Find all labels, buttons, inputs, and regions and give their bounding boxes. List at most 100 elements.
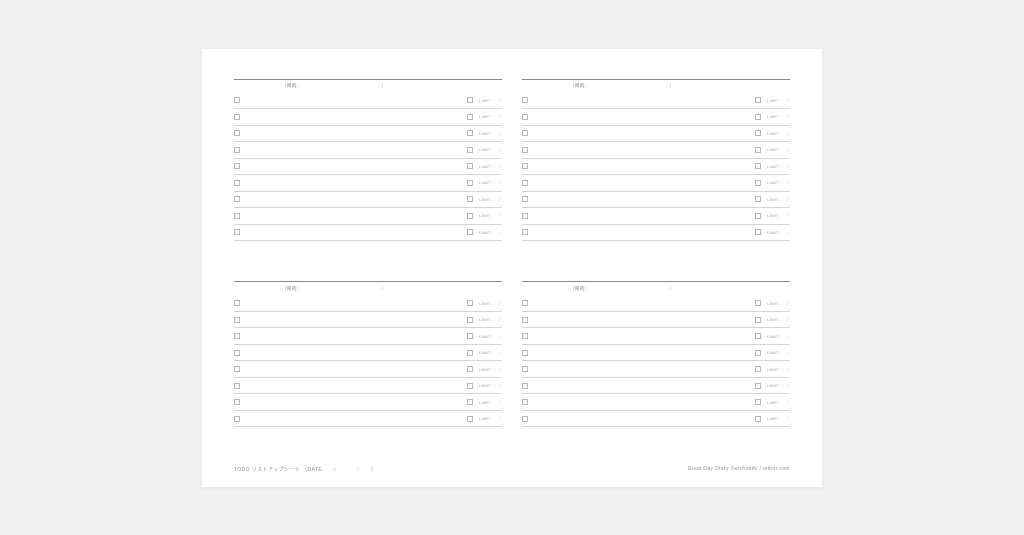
sections-grid: （目的： ） LIMIT/ LIMIT/ LIMIT/ LIMIT/ LIMIT… [234,79,790,458]
checkbox-icon[interactable] [234,114,240,120]
limit-label: LIMIT [479,350,491,355]
limit-checkbox-icon[interactable] [467,416,473,422]
checkbox-icon[interactable] [234,300,240,306]
limit-label: LIMIT [767,213,779,218]
limit-checkbox-icon[interactable] [755,350,761,356]
checkbox-icon[interactable] [234,213,240,219]
checkbox-icon[interactable] [234,130,240,136]
checkbox-icon[interactable] [234,317,240,323]
checkbox-icon[interactable] [234,366,240,372]
todo-row: LIMIT/ [522,295,790,312]
checkbox-icon[interactable] [234,399,240,405]
section-purpose-close: ） [670,83,675,89]
limit-sep: / [787,400,788,405]
limit-checkbox-icon[interactable] [755,300,761,306]
limit-checkbox-icon[interactable] [467,97,473,103]
limit-sep: / [787,230,788,235]
limit-label: LIMIT [767,197,779,202]
limit-checkbox-icon[interactable] [755,147,761,153]
limit-sep: / [499,334,500,339]
limit-checkbox-icon[interactable] [467,383,473,389]
checkbox-icon[interactable] [234,196,240,202]
section-purpose-label: （目的： [570,83,590,89]
limit-checkbox-icon[interactable] [755,416,761,422]
checkbox-icon[interactable] [234,163,240,169]
checkbox-icon[interactable] [234,147,240,153]
limit-label: LIMIT [767,114,779,119]
checkbox-icon[interactable] [522,147,528,153]
checkbox-icon[interactable] [522,163,528,169]
limit-checkbox-icon[interactable] [467,333,473,339]
checkbox-icon[interactable] [234,333,240,339]
checkbox-icon[interactable] [522,196,528,202]
limit-label: LIMIT [479,400,491,405]
section-purpose-close: ） [382,286,387,292]
checkbox-icon[interactable] [522,366,528,372]
limit-checkbox-icon[interactable] [755,97,761,103]
limit-checkbox-icon[interactable] [467,147,473,153]
limit-checkbox-icon[interactable] [467,196,473,202]
checkbox-icon[interactable] [522,213,528,219]
limit-sep: / [787,350,788,355]
todo-row: LIMIT/ [522,175,790,192]
limit-checkbox-icon[interactable] [755,399,761,405]
limit-sep: / [787,416,788,421]
limit-checkbox-icon[interactable] [467,317,473,323]
limit-checkbox-icon[interactable] [467,163,473,169]
checkbox-icon[interactable] [522,300,528,306]
limit-label: LIMIT [479,131,491,136]
checkbox-icon[interactable] [522,383,528,389]
checkbox-icon[interactable] [234,416,240,422]
limit-checkbox-icon[interactable] [467,130,473,136]
limit-checkbox-icon[interactable] [467,229,473,235]
checkbox-icon[interactable] [522,130,528,136]
limit-checkbox-icon[interactable] [755,333,761,339]
checkbox-icon[interactable] [522,416,528,422]
section-rows: LIMIT/ LIMIT/ LIMIT/ LIMIT/ LIMIT/ LIMIT… [234,93,502,242]
limit-checkbox-icon[interactable] [755,163,761,169]
checkbox-icon[interactable] [522,114,528,120]
limit-label: LIMIT [767,334,779,339]
limit-checkbox-icon[interactable] [755,317,761,323]
limit-checkbox-icon[interactable] [755,213,761,219]
limit-checkbox-icon[interactable] [755,130,761,136]
limit-label: LIMIT [479,317,491,322]
checkbox-icon[interactable] [234,229,240,235]
footer: TODO リストアップシート （DATE / / ） Good Day Diar… [234,466,790,473]
todo-row: LIMIT/ [522,411,790,428]
limit-label: LIMIT [767,230,779,235]
todo-row: LIMIT/ [234,192,502,209]
checkbox-icon[interactable] [522,333,528,339]
limit-checkbox-icon[interactable] [467,300,473,306]
checkbox-icon[interactable] [522,180,528,186]
section-purpose-close: ） [670,286,675,292]
limit-checkbox-icon[interactable] [467,350,473,356]
limit-sep: / [499,164,500,169]
limit-sep: / [499,350,500,355]
checkbox-icon[interactable] [522,317,528,323]
limit-checkbox-icon[interactable] [755,196,761,202]
checkbox-icon[interactable] [234,350,240,356]
checkbox-icon[interactable] [234,97,240,103]
limit-checkbox-icon[interactable] [755,114,761,120]
limit-checkbox-icon[interactable] [467,213,473,219]
limit-checkbox-icon[interactable] [755,366,761,372]
limit-sep: / [787,197,788,202]
footer-date-sep: / [334,467,336,473]
limit-checkbox-icon[interactable] [467,399,473,405]
limit-sep: / [499,400,500,405]
checkbox-icon[interactable] [522,399,528,405]
checkbox-icon[interactable] [522,229,528,235]
limit-checkbox-icon[interactable] [467,366,473,372]
checkbox-icon[interactable] [522,350,528,356]
limit-checkbox-icon[interactable] [467,114,473,120]
todo-row: LIMIT/ [234,378,502,395]
limit-checkbox-icon[interactable] [467,180,473,186]
checkbox-icon[interactable] [522,97,528,103]
checkbox-icon[interactable] [234,180,240,186]
limit-checkbox-icon[interactable] [755,180,761,186]
limit-checkbox-icon[interactable] [755,383,761,389]
limit-checkbox-icon[interactable] [755,229,761,235]
section-1: （目的： ） LIMIT/ LIMIT/ LIMIT/ LIMIT/ LIMIT… [234,79,502,272]
checkbox-icon[interactable] [234,383,240,389]
